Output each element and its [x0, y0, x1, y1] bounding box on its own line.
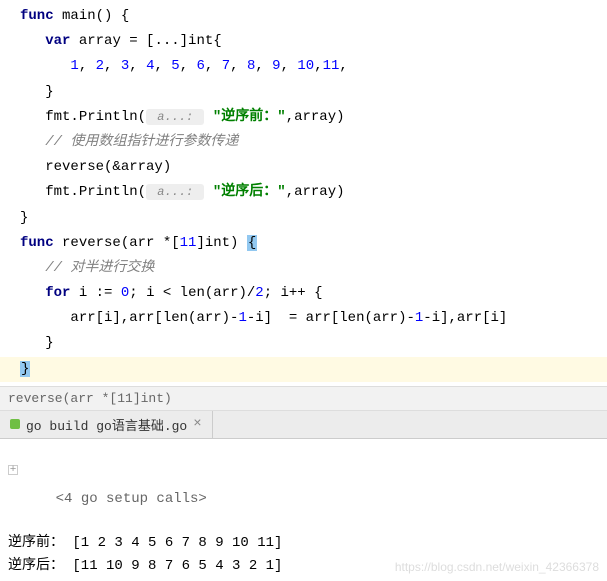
code-line: func main() { [20, 4, 607, 29]
console-output[interactable]: + <4 go setup calls> 逆序前： [1 2 3 4 5 6 7… [0, 439, 607, 581]
console-line: 逆序前： [1 2 3 4 5 6 7 8 9 10 11] [8, 532, 599, 554]
watermark: https://blog.csdn.net/weixin_42366378 [395, 558, 599, 577]
code-line: arr[i],arr[len(arr)-1-i] = arr[len(arr)-… [20, 306, 607, 331]
comment: // 使用数组指针进行参数传递 [45, 134, 238, 150]
code-line: } [20, 80, 607, 105]
keyword-var: var [45, 33, 70, 49]
code-line: } [20, 331, 607, 356]
code-line: fmt.Println( a...: "逆序前：",array) [20, 105, 607, 130]
breadcrumb[interactable]: reverse(arr *[11]int) [0, 386, 607, 411]
code-editor[interactable]: func main() { var array = [...]int{ 1, 2… [0, 0, 607, 386]
tab-label: go build go语言基础.go [26, 415, 187, 434]
expand-icon[interactable]: + [8, 465, 18, 475]
param-hint: a...: [146, 109, 204, 125]
code-line: func reverse(arr *[11]int) { [20, 231, 607, 256]
keyword-func: func [20, 235, 54, 251]
code-line: var array = [...]int{ [20, 29, 607, 54]
run-tabs: go build go语言基础.go × [0, 411, 607, 439]
tab-run-config[interactable]: go build go语言基础.go × [0, 411, 213, 438]
code-line: // 对半进行交换 [20, 256, 607, 281]
code-line: for i := 0; i < len(arr)/2; i++ { [20, 281, 607, 306]
breadcrumb-text: reverse(arr *[11]int) [8, 391, 172, 406]
code-line: fmt.Println( a...: "逆序后：",array) [20, 180, 607, 205]
close-icon[interactable]: × [193, 416, 201, 432]
keyword-for: for [45, 285, 70, 301]
go-run-icon [10, 419, 20, 429]
console-folded-section[interactable]: + <4 go setup calls> [8, 443, 599, 533]
code-line: // 使用数组指针进行参数传递 [20, 130, 607, 155]
matched-brace: } [20, 361, 30, 377]
keyword-func: func [20, 8, 54, 24]
matched-brace: { [247, 235, 257, 251]
code-line-current: } [0, 357, 607, 382]
param-hint: a...: [146, 184, 204, 200]
code-line: reverse(&array) [20, 155, 607, 180]
code-line: 1, 2, 3, 4, 5, 6, 7, 8, 9, 10,11, [20, 54, 607, 79]
code-line: } [20, 206, 607, 231]
comment: // 对半进行交换 [45, 260, 154, 276]
